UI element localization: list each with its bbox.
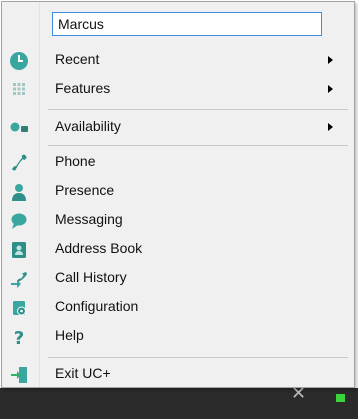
search-input[interactable] bbox=[52, 12, 322, 36]
menu-item-phone[interactable]: Phone bbox=[2, 149, 354, 176]
menu-item-presence[interactable]: Presence bbox=[2, 178, 354, 205]
menu-separator bbox=[48, 109, 348, 110]
menu-separator bbox=[48, 145, 348, 146]
grid-icon bbox=[13, 83, 25, 95]
menu-item-label: Phone bbox=[55, 153, 96, 169]
person-icon bbox=[12, 184, 26, 201]
clock-icon bbox=[10, 52, 28, 70]
menu-item-call-history[interactable]: Call History bbox=[2, 265, 354, 292]
menu-item-recent[interactable]: Recent bbox=[2, 47, 354, 74]
menu-item-label: Exit UC+ bbox=[55, 365, 111, 381]
menu-item-address-book[interactable]: Address Book bbox=[2, 236, 354, 263]
context-menu: Recent Features Availability Phone bbox=[1, 1, 355, 388]
menu-item-configuration[interactable]: Configuration bbox=[2, 294, 354, 321]
phone-icon bbox=[12, 154, 27, 171]
menu-item-label: Configuration bbox=[55, 298, 139, 314]
availability-icon bbox=[10, 122, 28, 132]
menu-item-exit[interactable]: Exit UC+ bbox=[2, 361, 354, 388]
submenu-arrow-icon bbox=[328, 85, 333, 93]
menu-separator bbox=[48, 357, 348, 358]
submenu-arrow-icon bbox=[328, 123, 333, 131]
menu-item-features[interactable]: Features bbox=[2, 76, 354, 103]
configuration-icon bbox=[13, 301, 26, 316]
menu-item-messaging[interactable]: Messaging bbox=[2, 207, 354, 234]
address-book-icon bbox=[12, 242, 26, 258]
submenu-arrow-icon bbox=[328, 56, 333, 64]
menu-item-label: Call History bbox=[55, 269, 127, 285]
exit-icon bbox=[11, 367, 27, 383]
menu-item-label: Address Book bbox=[55, 240, 143, 256]
menu-item-label: Availability bbox=[55, 118, 121, 134]
menu-item-label: Help bbox=[55, 327, 84, 343]
svg-text:?: ? bbox=[14, 328, 24, 347]
menu-item-availability[interactable]: Availability bbox=[2, 114, 354, 141]
menu-item-label: Features bbox=[55, 80, 111, 96]
tray-status-icon[interactable] bbox=[336, 394, 345, 402]
menu-item-help[interactable]: ? Help bbox=[2, 323, 354, 350]
menu-item-label: Presence bbox=[55, 182, 115, 198]
help-icon: ? bbox=[14, 328, 24, 347]
menu-item-label: Recent bbox=[55, 51, 100, 67]
chat-bubble-icon bbox=[11, 213, 27, 229]
menu-item-label: Messaging bbox=[55, 211, 123, 227]
call-history-icon bbox=[11, 272, 27, 288]
